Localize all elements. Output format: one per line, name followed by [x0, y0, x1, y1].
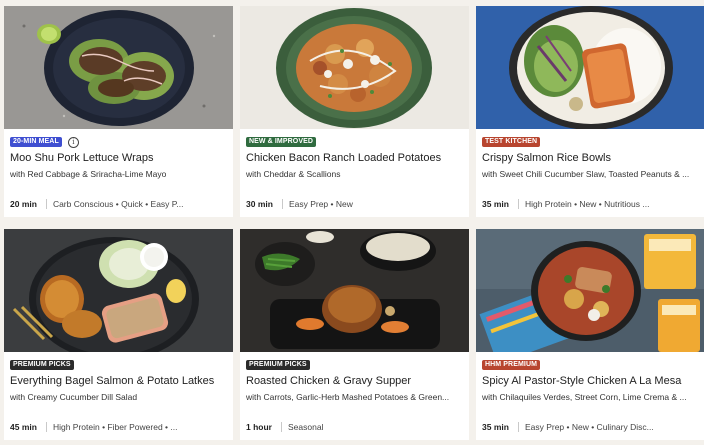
badge-row: PREMIUM PICKS	[246, 360, 310, 370]
badge: PREMIUM PICKS	[10, 360, 74, 370]
recipe-subtitle: with Cheddar & Scallions	[246, 169, 341, 179]
recipe-card[interactable]: HHM PREMIUM Spicy Al Pastor-Style Chicke…	[476, 229, 704, 440]
divider	[517, 422, 519, 432]
badge: 20-MIN MEAL	[10, 137, 62, 147]
recipe-image[interactable]	[476, 229, 704, 352]
recipe-title[interactable]: Chicken Bacon Ranch Loaded Potatoes	[246, 152, 464, 164]
recipe-grid: 20-MIN MEAL i Moo Shu Pork Lettuce Wraps…	[4, 6, 704, 440]
badge-row: PREMIUM PICKS	[10, 360, 74, 370]
recipe-tags: Easy Prep • New	[288, 199, 353, 209]
recipe-tags: High Protein • New • Nutritious ...	[524, 199, 650, 209]
divider	[45, 199, 47, 209]
cook-time: 35 min	[482, 422, 509, 432]
info-icon[interactable]: i	[67, 136, 79, 148]
badge-row: NEW & IMPROVED	[246, 137, 317, 147]
recipe-card[interactable]: 20-MIN MEAL i Moo Shu Pork Lettuce Wraps…	[4, 6, 233, 217]
recipe-tags: Easy Prep • New • Culinary Disc...	[524, 422, 654, 432]
recipe-card[interactable]: PREMIUM PICKS Everything Bagel Salmon & …	[4, 229, 233, 440]
badge-row: TEST KITCHEN	[482, 137, 541, 147]
badge: TEST KITCHEN	[482, 137, 541, 147]
recipe-image[interactable]	[240, 229, 469, 352]
recipe-tags: Seasonal	[287, 422, 324, 432]
recipe-meta: 45 min High Protein • Fiber Powered • ..…	[10, 422, 224, 432]
divider	[281, 199, 283, 209]
recipe-title[interactable]: Everything Bagel Salmon & Potato Latkes	[10, 375, 228, 387]
recipe-tags: High Protein • Fiber Powered • ...	[52, 422, 178, 432]
badge: PREMIUM PICKS	[246, 360, 310, 370]
recipe-title[interactable]: Moo Shu Pork Lettuce Wraps	[10, 152, 228, 164]
recipe-image[interactable]	[476, 6, 704, 129]
cook-time: 35 min	[482, 199, 509, 209]
recipe-subtitle: with Chilaquiles Verdes, Street Corn, Li…	[482, 392, 687, 402]
recipe-title[interactable]: Spicy Al Pastor-Style Chicken A La Mesa	[482, 375, 700, 387]
cook-time: 30 min	[246, 199, 273, 209]
recipe-title[interactable]: Crispy Salmon Rice Bowls	[482, 152, 700, 164]
recipe-tags: Carb Conscious • Quick • Easy P...	[52, 199, 184, 209]
recipe-meta: 1 hour Seasonal	[246, 422, 460, 432]
recipe-meta: 35 min Easy Prep • New • Culinary Disc..…	[482, 422, 696, 432]
recipe-card[interactable]: PREMIUM PICKS Roasted Chicken & Gravy Su…	[240, 229, 469, 440]
recipe-meta: 20 min Carb Conscious • Quick • Easy P..…	[10, 199, 224, 209]
divider	[45, 422, 47, 432]
badge: HHM PREMIUM	[482, 360, 541, 370]
recipe-subtitle: with Sweet Chili Cucumber Slaw, Toasted …	[482, 169, 690, 179]
cook-time: 20 min	[10, 199, 37, 209]
divider	[280, 422, 282, 432]
badge-row: 20-MIN MEAL i	[10, 136, 79, 148]
recipe-title[interactable]: Roasted Chicken & Gravy Supper	[246, 375, 464, 387]
recipe-subtitle: with Creamy Cucumber Dill Salad	[10, 392, 138, 402]
divider	[517, 199, 519, 209]
badge-row: HHM PREMIUM	[482, 360, 541, 370]
recipe-card[interactable]: NEW & IMPROVED Chicken Bacon Ranch Loade…	[240, 6, 469, 217]
badge: NEW & IMPROVED	[246, 137, 317, 147]
cook-time: 45 min	[10, 422, 37, 432]
cook-time: 1 hour	[246, 422, 272, 432]
recipe-image[interactable]	[240, 6, 469, 129]
recipe-image[interactable]	[4, 6, 233, 129]
recipe-card[interactable]: TEST KITCHEN Crispy Salmon Rice Bowls wi…	[476, 6, 704, 217]
recipe-subtitle: with Red Cabbage & Sriracha-Lime Mayo	[10, 169, 167, 179]
recipe-meta: 30 min Easy Prep • New	[246, 199, 460, 209]
recipe-image[interactable]	[4, 229, 233, 352]
recipe-subtitle: with Carrots, Garlic-Herb Mashed Potatoe…	[246, 392, 450, 402]
recipe-meta: 35 min High Protein • New • Nutritious .…	[482, 199, 696, 209]
